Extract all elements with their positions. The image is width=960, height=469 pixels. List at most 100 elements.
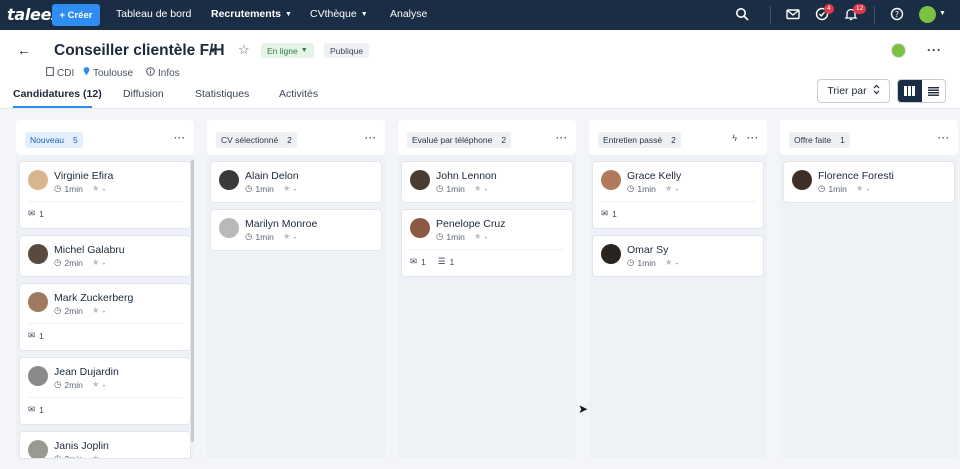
help-icon[interactable]: ? <box>890 7 906 23</box>
avatar <box>28 366 48 386</box>
candidate-card[interactable]: Omar Sy ◷ 1min ★ - <box>593 236 763 276</box>
contract-meta: CDI <box>46 67 74 79</box>
avatar <box>601 244 621 264</box>
column-header: Entretien passé 2 ϟ ··· <box>589 120 767 155</box>
clock-icon: ◷ <box>818 183 826 193</box>
star-icon: ★ <box>91 379 100 389</box>
avatar <box>28 244 48 264</box>
mouse-cursor-icon: ➤ <box>578 402 589 416</box>
mail-icon: ✉ <box>28 208 36 218</box>
candidate-card[interactable]: Marilyn Monroe ◷ 1min ★ - <box>211 210 381 250</box>
star-icon: ★ <box>282 183 291 193</box>
clock-icon: ◷ <box>436 183 444 193</box>
location-pin-icon <box>83 67 90 79</box>
tasks-badge: 4 <box>824 4 834 14</box>
avatar <box>28 170 48 190</box>
sort-button[interactable]: Trier par <box>817 79 890 103</box>
tab-statistics[interactable]: Statistiques <box>195 88 249 100</box>
candidate-card[interactable]: Florence Foresti ◷ 1min ★ - <box>784 162 954 202</box>
stage-label: Nouveau 5 <box>25 132 83 148</box>
job-title: Conseiller clientèle F/H <box>54 42 225 59</box>
kanban-view-button[interactable] <box>898 80 922 102</box>
avatar <box>410 218 430 238</box>
avatar <box>219 170 239 190</box>
chevron-down-icon[interactable]: ▼ <box>939 10 946 17</box>
mail-icon: ✉ <box>601 208 609 218</box>
column-cv-selectionne: CV sélectionné 2 ··· Alain Delon ◷ 1min ★ - … <box>207 120 385 458</box>
more-options-icon[interactable]: ··· <box>938 133 950 143</box>
sort-arrows-icon <box>873 84 880 98</box>
visibility-badge: Publique <box>324 43 370 58</box>
tab-activities[interactable]: Activités <box>279 88 318 100</box>
bell-icon[interactable]: 12 <box>844 4 867 23</box>
notifications-badge: 12 <box>853 4 867 14</box>
candidate-card[interactable]: Virginie Efira ◷ 1min ★ - ✉ 1 <box>20 162 190 228</box>
candidate-card[interactable]: Jean Dujardin ◷ 2min ★ - ✉ 1 <box>20 358 190 424</box>
avatar <box>28 440 48 458</box>
avatar <box>792 170 812 190</box>
nav-analysis[interactable]: Analyse <box>390 8 427 20</box>
chevron-down-icon: ▼ <box>300 47 308 54</box>
owner-avatar[interactable] <box>891 43 906 58</box>
star-icon: ★ <box>282 231 291 241</box>
more-options-icon[interactable]: ··· <box>556 133 568 143</box>
candidate-card[interactable]: Mark Zuckerberg ◷ 2min ★ - ✉ 1 <box>20 284 190 350</box>
location-meta: Toulouse <box>83 67 133 79</box>
clock-icon: ◷ <box>627 257 635 267</box>
star-icon[interactable]: ☆ <box>238 42 250 58</box>
mail-icon: ✉ <box>410 256 418 266</box>
column-evalue-telephone: Evalué par téléphone 2 ··· John Lennon ◷ 1… <box>398 120 576 458</box>
candidate-card[interactable]: Alain Delon ◷ 1min ★ - <box>211 162 381 202</box>
star-icon: ★ <box>855 183 864 193</box>
nav-dashboard[interactable]: Tableau de bord <box>116 8 191 20</box>
chevron-down-icon: ▼ <box>285 10 292 18</box>
document-icon <box>46 67 54 79</box>
tab-diffusion[interactable]: Diffusion <box>123 88 164 100</box>
chevron-down-icon[interactable]: ▼ <box>209 46 217 55</box>
mail-icon: ✉ <box>28 404 36 414</box>
clock-icon: ◷ <box>54 305 62 315</box>
clock-icon: ◷ <box>54 257 62 267</box>
candidate-card[interactable]: Janis Joplin ◷2min★- <box>20 432 190 458</box>
job-header: ← Conseiller clientèle F/H ▼ ☆ En ligne ▼… <box>0 30 960 109</box>
status-badge[interactable]: En ligne ▼ <box>261 43 314 58</box>
search-icon[interactable] <box>735 7 751 23</box>
candidate-card[interactable]: Penelope Cruz ◷ 1min ★ - ✉ 1 ☰ 1 <box>402 210 572 276</box>
star-icon: ★ <box>91 305 100 315</box>
more-options-icon[interactable]: ··· <box>747 133 759 143</box>
nav-cvtheque[interactable]: CVthèque ▼ <box>310 8 368 20</box>
candidate-card[interactable]: John Lennon ◷ 1min ★ - <box>402 162 572 202</box>
lightning-icon[interactable]: ϟ <box>732 133 737 143</box>
active-tab-indicator <box>13 106 92 108</box>
clock-icon: ◷ <box>54 183 62 193</box>
clock-icon: ◷ <box>54 379 62 389</box>
mail-icon[interactable] <box>786 7 802 23</box>
star-icon: ★ <box>664 183 673 193</box>
avatar <box>28 292 48 312</box>
column-scrollbar[interactable] <box>191 160 194 442</box>
more-options-icon[interactable]: ··· <box>927 43 942 57</box>
avatar <box>219 218 239 238</box>
back-arrow-icon[interactable]: ← <box>17 42 31 58</box>
svg-text:?: ? <box>895 10 899 19</box>
mail-icon: ✉ <box>28 330 36 340</box>
create-button[interactable]: + Créer <box>52 4 100 26</box>
list-view-button[interactable] <box>921 80 945 102</box>
column-nouveau: Nouveau 5 ··· Virginie Efira ◷ 1min ★ - ✉ 1 M… <box>16 120 194 458</box>
tab-applications[interactable]: Candidatures (12) <box>13 88 102 100</box>
list-icon <box>927 86 939 96</box>
candidate-card[interactable]: Grace Kelly ◷ 1min ★ - ✉ 1 <box>593 162 763 228</box>
infos-link[interactable]: Infos <box>146 67 180 79</box>
more-options-icon[interactable]: ··· <box>365 133 377 143</box>
more-options-icon[interactable]: ··· <box>174 133 186 143</box>
tasks-icon[interactable]: 4 <box>815 4 834 23</box>
candidate-card[interactable]: Michel Galabru ◷ 2min ★ - <box>20 236 190 276</box>
column-header: Offre faite 1 ··· <box>780 120 958 155</box>
clock-icon: ◷ <box>54 453 62 458</box>
divider <box>874 6 875 24</box>
stage-label: Entretien passé 2 <box>598 132 681 148</box>
star-icon: ★ <box>473 231 482 241</box>
star-icon: ★ <box>91 453 100 458</box>
nav-recruitments[interactable]: Recrutements ▼ <box>211 8 292 20</box>
user-avatar[interactable] <box>919 6 936 23</box>
